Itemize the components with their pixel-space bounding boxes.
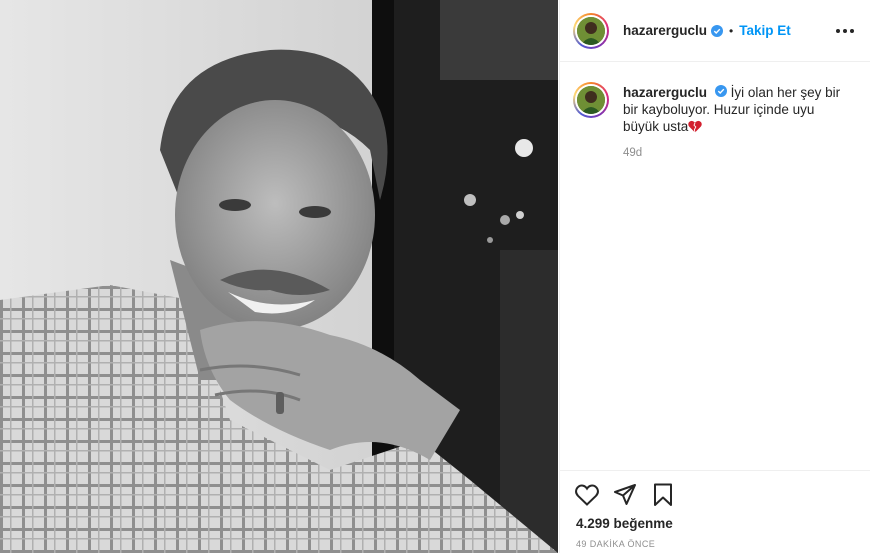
- post-header: hazarerguclu • Takip Et: [560, 0, 870, 62]
- post-photo[interactable]: [0, 0, 558, 553]
- avatar[interactable]: [573, 12, 609, 49]
- post-actions: 4.299 beğenme 49 DAKİKA ÖNCE: [560, 470, 870, 553]
- post-time-ago: 49 DAKİKA ÖNCE: [576, 539, 656, 549]
- post-time-short: 49d: [623, 147, 643, 159]
- likes-count[interactable]: 4.299 beğenme: [560, 507, 870, 531]
- caption-avatar-image: [577, 86, 605, 114]
- post-panel: hazarerguclu • Takip Et hazarerguclu İyi…: [559, 0, 870, 553]
- action-icons: [560, 471, 870, 507]
- avatar-image: [577, 16, 605, 45]
- heart-icon[interactable]: [574, 482, 600, 508]
- share-icon[interactable]: [612, 482, 638, 508]
- bookmark-icon[interactable]: [650, 482, 676, 508]
- header-username[interactable]: hazarerguclu: [623, 23, 707, 38]
- caption-verified-badge-icon: [714, 85, 727, 97]
- caption-block: hazarerguclu İyi olan her şey bir bir ka…: [560, 62, 870, 162]
- verified-badge-icon: [711, 24, 724, 37]
- post-photo-image: [0, 0, 558, 553]
- broken-heart-icon: [688, 120, 703, 133]
- caption-body: hazarerguclu İyi olan her şey bir bir ka…: [623, 84, 853, 162]
- follow-button[interactable]: Takip Et: [739, 23, 791, 38]
- more-options-icon[interactable]: [834, 25, 856, 37]
- separator-dot: •: [729, 23, 734, 38]
- caption-username[interactable]: hazarerguclu: [623, 85, 707, 100]
- caption-avatar[interactable]: [573, 82, 609, 118]
